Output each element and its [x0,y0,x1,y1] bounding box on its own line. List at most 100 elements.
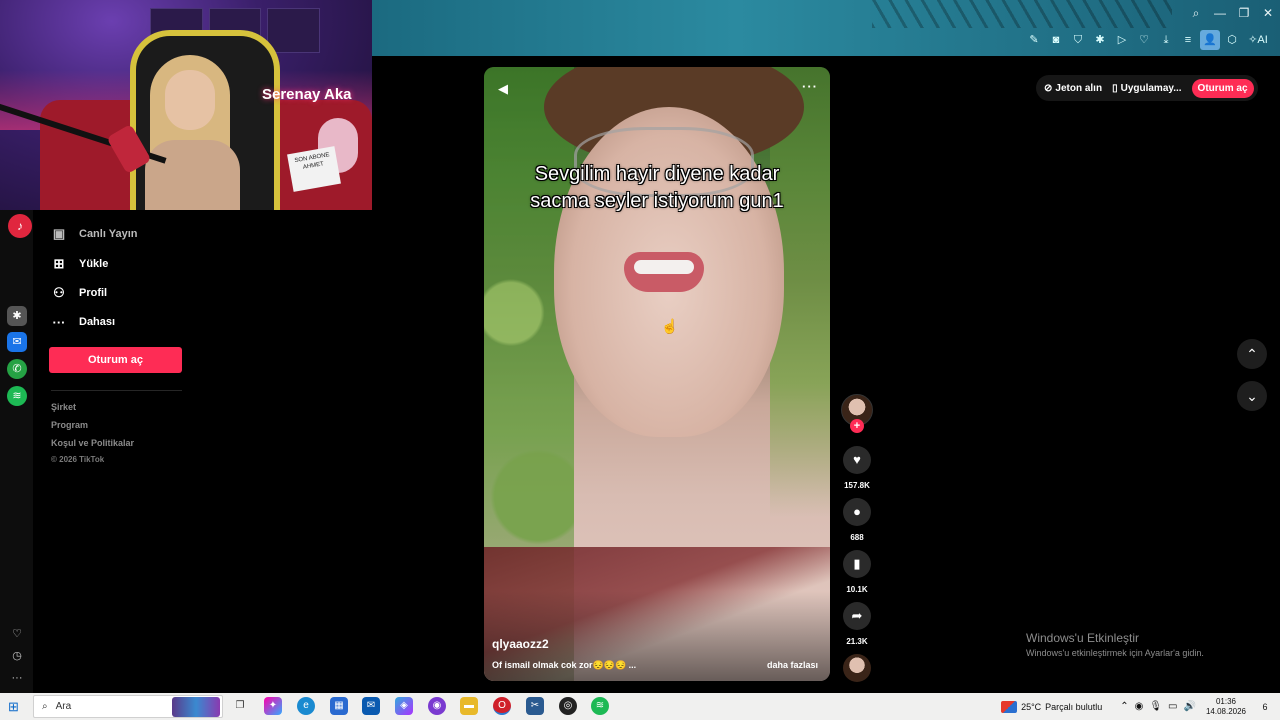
weather-desc: Parçalı bulutlu [1045,701,1103,712]
windows-activation-watermark: Windows'u Etkinleştir Windows'u etkinleş… [1026,631,1204,658]
outlook-icon[interactable]: ✉ [362,697,380,715]
get-coins-label: Jeton alın [1055,82,1103,94]
bookmark-icon: ▮ [853,556,861,571]
get-app-label: Uygulamay... [1120,82,1182,94]
profile-icon[interactable]: 👤 [1200,30,1220,50]
file-explorer-icon[interactable]: ▬ [460,697,478,715]
caption-line-1: Sevgilim hayir diyene kadar [534,163,780,185]
tray-icons: ⌃ ◉ 🎙 ▭ 🔊 [1120,701,1196,712]
person-icon: ⚇ [53,285,65,300]
hand-cursor-icon: ☝ [661,318,679,334]
sidebar-item-label: Canlı Yayın [79,228,138,240]
cube-icon[interactable]: ⬡ [1222,30,1242,50]
comment-button[interactable]: ● [843,498,871,526]
obs-like-icon[interactable]: ◉ [428,697,446,715]
clock-date: 14.08.2026 [1205,706,1246,716]
video-description: Of ismail olmak cok zor😔😔😔 ... [492,660,637,670]
search-icon: ⌕ [42,701,48,712]
tiktok-logo-icon[interactable]: ♪ [8,214,32,238]
sidebar-item-more[interactable]: ··· Dahası [51,311,116,333]
camera-icon[interactable]: ◙ [1046,30,1066,50]
store-icon[interactable]: ▦ [330,697,348,715]
snipping-icon[interactable]: ✂ [526,697,544,715]
spotify-icon[interactable]: ≋ [7,386,27,406]
whatsapp-icon[interactable]: ✆ [7,359,27,379]
taskbar-clock[interactable]: 01:36 14.08.2026 [1206,697,1246,717]
footer-link-program[interactable]: Program [51,420,88,430]
task-view-icon[interactable]: ❐ [231,697,249,715]
gallery-app-icon[interactable]: ✱ [7,306,27,326]
see-more-link[interactable]: daha fazlası [767,660,818,670]
footer-link-company[interactable]: Şirket [51,402,76,412]
live-icon: ▣ [52,226,66,241]
record-icon[interactable]: ◉ [1135,701,1144,712]
header-login-button[interactable]: Oturum aç [1191,78,1254,98]
copilot-icon[interactable]: ✦ [264,697,282,715]
previous-video-button[interactable]: ⌃ [1237,339,1267,369]
obs-icon[interactable]: ◎ [559,697,577,715]
chevron-up-icon[interactable]: ⌃ [1120,701,1128,712]
plus-square-icon: ⊞ [53,256,65,271]
more-icon[interactable]: ··· [7,668,27,688]
sidebar-divider [51,390,182,391]
video-player[interactable]: Sevgilim hayir diyene kadar sacma seyler… [484,67,830,681]
save-button[interactable]: ▮ [843,550,871,578]
music-disc-avatar[interactable] [843,654,871,682]
search-highlight-art [172,697,220,717]
copyright: © 2026 TikTok [51,455,105,464]
m365-icon[interactable]: ◈ [395,697,413,715]
download-icon[interactable]: ⤓ [1156,30,1176,50]
volume-icon[interactable]: ◀ [498,81,508,97]
save-count: 10.1K [846,585,868,594]
taskbar-search[interactable]: ⌕ Ara [33,695,223,718]
edge-icon[interactable]: e [297,697,315,715]
shield-icon[interactable]: ⛉ [1068,30,1088,50]
chevron-down-icon: ⌄ [1246,388,1258,404]
sidebar-item-profile[interactable]: ⚇ Profil [51,282,107,304]
video-username[interactable]: qlyaaozz2 [492,637,549,651]
phone-icon: ▯ [1112,82,1118,94]
next-video-button[interactable]: ⌄ [1237,381,1267,411]
activation-subtitle: Windows'u etkinleştirmek için Ayarlar'a … [1026,648,1204,658]
browser-search-icon[interactable]: ⌕ [1184,6,1208,21]
microphone-icon[interactable]: 🎙 [1149,701,1162,712]
video-caption-overlay: Sevgilim hayir diyene kadar sacma seyler… [484,161,830,215]
edit-icon[interactable]: ✎ [1024,30,1044,50]
spotify-taskbar-icon[interactable]: ≋ [591,697,609,715]
network-icon[interactable]: ▭ [1168,701,1177,712]
footer-link-terms[interactable]: Koşul ve Politikalar [51,438,134,448]
heart-icon[interactable]: ♡ [7,624,27,644]
sidebar-item-live[interactable]: ▣ Canlı Yayın [51,223,138,245]
heart-icon[interactable]: ♡ [1134,30,1154,50]
notification-count: 6 [1262,701,1268,712]
weather-widget[interactable]: 25°C Parçalı bulutlu [1001,700,1103,713]
opera-icon[interactable]: O [493,697,511,715]
browser-side-panel: ✱ ✉ ✆ ≋ ♡ ◷ ··· [0,208,33,693]
windows-start-icon[interactable]: ⊞ [8,699,19,715]
ai-icon[interactable]: ✧AI [1244,30,1272,50]
puzzle-icon[interactable]: ✱ [1090,30,1110,50]
more-options-icon[interactable]: ··· [802,79,818,94]
play-icon[interactable]: ▷ [1112,30,1132,50]
notification-icon[interactable]: 6 [1256,702,1274,712]
like-button[interactable]: ♥ [843,446,871,474]
get-app-link[interactable]: ▯ Uygulamay... [1112,83,1181,94]
restore-icon[interactable]: ❐ [1232,6,1256,20]
sidebar-item-upload[interactable]: ⊞ Yükle [51,253,109,275]
sidebar-item-label: Profil [79,287,108,299]
activation-title: Windows'u Etkinleştir [1026,631,1139,645]
minimize-icon[interactable]: — [1208,6,1232,20]
messenger-icon[interactable]: ✉ [7,332,27,352]
get-coins-link[interactable]: ⊘ Jeton alın [1044,83,1102,94]
coin-icon: ⊘ [1044,82,1053,94]
follow-button[interactable]: + [850,419,864,433]
sidebar-login-button[interactable]: Oturum aç [49,347,182,373]
screen: ⌕ — ❐ ✕ ✎ ◙ ⛉ ✱ ▷ ♡ ⤓ ≡ 👤 ⬡ ✧AI ✱ ✉ ✆ ≋ … [0,0,1280,720]
history-icon[interactable]: ◷ [7,646,27,666]
caption-line-2: sacma seyler istiyorum gun1 [530,190,784,212]
share-arrow-icon: ➦ [851,608,863,623]
menu-icon[interactable]: ≡ [1178,30,1198,50]
speaker-icon[interactable]: 🔊 [1184,701,1196,712]
close-icon[interactable]: ✕ [1256,6,1280,20]
share-button[interactable]: ➦ [843,602,871,630]
